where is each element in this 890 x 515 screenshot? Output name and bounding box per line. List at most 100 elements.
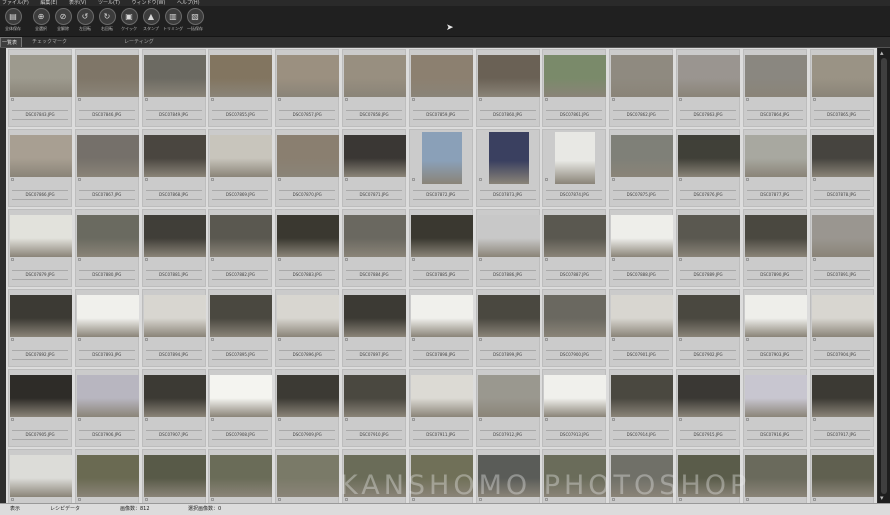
check-box[interactable] (679, 178, 682, 181)
thumbnail-cell[interactable]: DSC07911.JPG (408, 369, 473, 447)
thumbnail-image[interactable] (678, 375, 740, 417)
check-box[interactable] (278, 258, 282, 261)
thumbnail-image[interactable] (76, 375, 139, 417)
thumbnail-image[interactable] (744, 215, 807, 257)
thumbnail-cell[interactable]: DSC07904.JPG (809, 289, 874, 367)
thumbnail-image[interactable] (811, 295, 874, 337)
thumbnail-cell[interactable]: DSC07888.JPG (609, 209, 674, 287)
thumbnail-image[interactable] (143, 215, 206, 257)
check-box[interactable] (211, 418, 215, 421)
rating-filter-label[interactable]: レーティング (124, 37, 154, 47)
check-box[interactable] (144, 178, 148, 181)
check-box[interactable] (679, 98, 682, 101)
thumbnail-image[interactable] (611, 455, 674, 497)
check-box[interactable] (278, 98, 282, 101)
thumbnail-cell[interactable]: DSC07912.JPG (475, 369, 540, 447)
check-box[interactable] (478, 498, 482, 501)
thumbnail-image[interactable] (277, 295, 340, 337)
thumbnail-image[interactable] (344, 375, 406, 417)
thumbnail-cell[interactable]: DSC07866.JPG (8, 129, 72, 207)
check-box[interactable] (144, 338, 148, 341)
batch-save-button[interactable]: ▧ 一括保存 (184, 6, 206, 36)
thumbnail-image[interactable] (678, 295, 740, 337)
check-box[interactable] (745, 418, 749, 421)
thumbnail-cell[interactable]: DSC07868.JPG (141, 129, 206, 207)
thumbnail-image[interactable] (344, 135, 406, 177)
check-box[interactable] (211, 258, 215, 261)
thumbnail-cell[interactable]: DSC07897.JPG (342, 289, 406, 367)
check-box[interactable] (478, 98, 482, 101)
thumbnail-cell[interactable]: DSC07910.JPG (342, 369, 406, 447)
thumbnail-image[interactable] (410, 375, 473, 417)
thumbnail-cell[interactable]: DSC07867.JPG (74, 129, 139, 207)
check-box[interactable] (144, 418, 148, 421)
thumbnail-image[interactable] (544, 455, 607, 497)
check-box[interactable] (144, 98, 148, 101)
check-box[interactable] (612, 498, 616, 501)
thumbnail-image[interactable] (611, 55, 674, 97)
thumbnail-cell[interactable]: DSC07892.JPG (8, 289, 72, 367)
thumbnail-image[interactable] (477, 375, 540, 417)
thumbnail-cell[interactable]: DSC07861.JPG (542, 49, 607, 127)
check-box[interactable] (679, 498, 682, 501)
thumbnail-cell[interactable] (676, 449, 740, 503)
thumbnail-image[interactable] (611, 375, 674, 417)
check-box[interactable] (545, 418, 549, 421)
check-box[interactable] (745, 98, 749, 101)
rotate-left-button[interactable]: ↺ 左回転 (74, 6, 96, 36)
thumbnail-cell[interactable]: DSC07864.JPG (742, 49, 807, 127)
thumbnail-image[interactable] (744, 375, 807, 417)
thumbnail-cell[interactable]: DSC07902.JPG (676, 289, 740, 367)
check-box[interactable] (11, 338, 14, 341)
thumbnail-cell[interactable]: DSC07914.JPG (609, 369, 674, 447)
thumbnail-image[interactable] (277, 55, 340, 97)
thumbnail-image[interactable] (76, 295, 139, 337)
thumbnail-image[interactable] (477, 455, 540, 497)
thumbnail-cell[interactable]: DSC07886.JPG (475, 209, 540, 287)
thumbnail-cell[interactable]: DSC07909.JPG (275, 369, 340, 447)
thumbnail-cell[interactable] (609, 449, 674, 503)
thumbnail-cell[interactable]: DSC07874.JPG (542, 129, 607, 207)
check-box[interactable] (545, 498, 549, 501)
rotate-right-button[interactable]: ↻ 右回転 (96, 6, 118, 36)
thumbnail-image[interactable] (10, 215, 72, 257)
trim-button[interactable]: ▥ トリミング (162, 6, 184, 36)
scroll-up-icon[interactable]: ▴ (880, 49, 884, 57)
thumbnail-image[interactable] (277, 135, 340, 177)
thumbnail-image[interactable] (744, 55, 807, 97)
thumbnail-cell[interactable]: DSC07870.JPG (275, 129, 340, 207)
check-box[interactable] (478, 418, 482, 421)
thumbnail-image[interactable] (611, 295, 674, 337)
thumbnail-cell[interactable]: DSC07873.JPG (475, 129, 540, 207)
check-box[interactable] (411, 338, 415, 341)
check-box[interactable] (11, 258, 14, 261)
thumbnail-image[interactable] (544, 375, 607, 417)
check-box[interactable] (11, 418, 14, 421)
check-box[interactable] (411, 98, 415, 101)
check-box[interactable] (478, 258, 482, 261)
check-box[interactable] (11, 98, 14, 101)
check-box[interactable] (345, 258, 348, 261)
check-box[interactable] (77, 98, 81, 101)
thumbnail-cell[interactable]: DSC07881.JPG (141, 209, 206, 287)
thumbnail-cell[interactable]: DSC07880.JPG (74, 209, 139, 287)
thumbnail-cell[interactable] (408, 449, 473, 503)
check-box[interactable] (679, 338, 682, 341)
thumbnail-cell[interactable]: DSC07890.JPG (742, 209, 807, 287)
scroll-down-icon[interactable]: ▾ (880, 494, 884, 502)
check-filter-label[interactable]: チェックマーク (32, 37, 67, 47)
check-box[interactable] (812, 338, 816, 341)
thumbnail-image[interactable] (143, 135, 206, 177)
thumbnail-cell[interactable] (809, 449, 874, 503)
thumbnail-image[interactable] (477, 295, 540, 337)
thumbnail-image[interactable] (76, 55, 139, 97)
thumbnail-cell[interactable]: DSC07876.JPG (676, 129, 740, 207)
select-all-button[interactable]: ⊕ 全選択 (30, 6, 52, 36)
thumbnail-image[interactable] (210, 455, 273, 497)
thumbnail-image[interactable] (344, 295, 406, 337)
quick-button[interactable]: ▣ クイック (118, 6, 140, 36)
check-box[interactable] (745, 178, 749, 181)
thumbnail-cell[interactable]: DSC07916.JPG (742, 369, 807, 447)
thumbnail-cell[interactable]: DSC07855.JPG (208, 49, 273, 127)
check-box[interactable] (545, 178, 549, 181)
